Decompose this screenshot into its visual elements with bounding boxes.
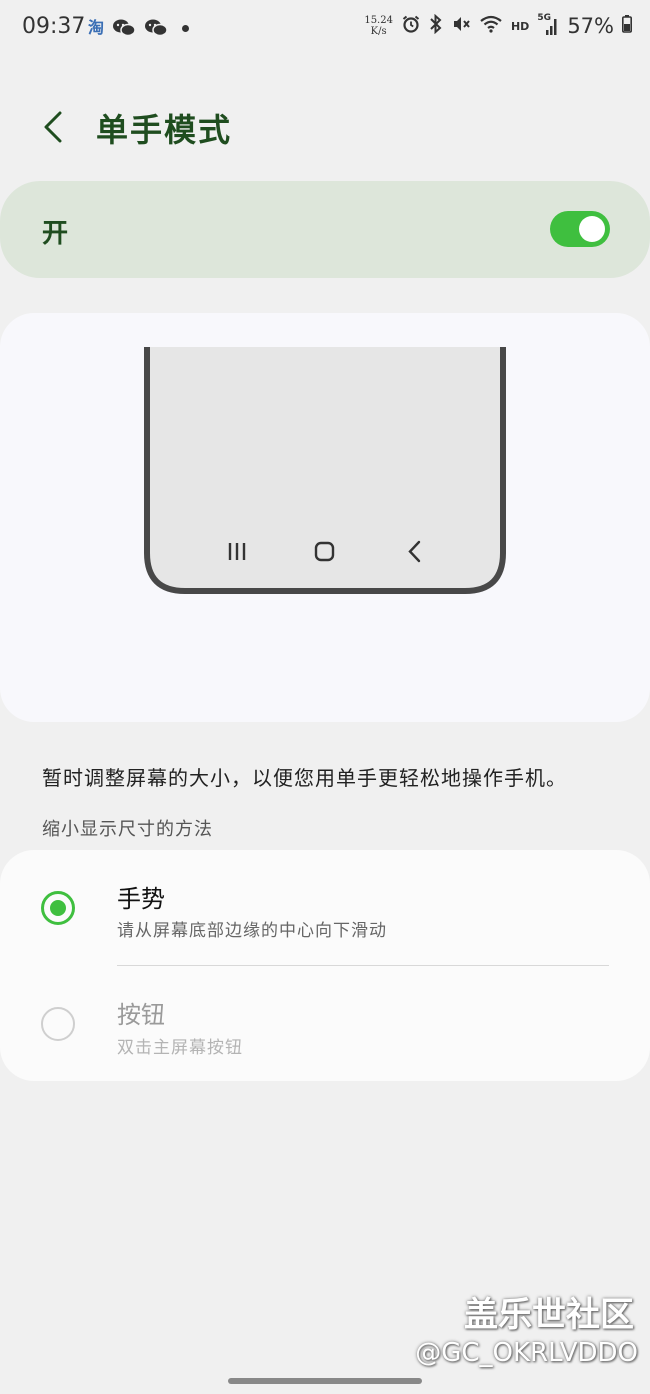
mute-icon: [451, 14, 471, 38]
battery-level: 57%: [567, 14, 614, 38]
system-icons: 15.24 K/s HD 5G 57%: [364, 13, 632, 38]
option-subtitle: 请从屏幕底部边缘的中心向下滑动: [117, 921, 387, 941]
wechat-icon: [144, 18, 168, 38]
radio-selected-dot: [50, 900, 66, 916]
network-speed-unit: K/s: [370, 26, 387, 37]
phone-illustration: [144, 347, 506, 594]
switch-knob: [579, 216, 605, 242]
master-toggle-row[interactable]: 开: [0, 181, 650, 278]
taobao-icon: 淘: [88, 18, 105, 37]
signal-icon: 5G: [537, 13, 559, 37]
gesture-radio[interactable]: [41, 891, 75, 925]
master-switch[interactable]: [550, 211, 610, 247]
status-time: 09:37: [22, 14, 86, 39]
watermark-brand: 盖乐世社区: [464, 1295, 634, 1335]
button-radio[interactable]: [41, 1007, 75, 1041]
section-label: 缩小显示尺寸的方法: [42, 819, 213, 840]
notification-dot-icon: [182, 24, 190, 32]
option-title: 手势: [117, 885, 165, 913]
chevron-left-icon: [44, 111, 62, 143]
network-speed-value: 15.24: [364, 15, 393, 26]
app-header: 单手模式: [0, 95, 650, 159]
wifi-icon: [479, 14, 503, 38]
back-button[interactable]: [36, 107, 72, 147]
home-indicator[interactable]: [228, 1378, 422, 1384]
status-bar: 09:37 淘 15.24 K/s HD 5G 57%: [0, 0, 650, 58]
option-gesture[interactable]: 手势 请从屏幕底部边缘的中心向下滑动: [0, 850, 650, 960]
method-options-card: 手势 请从屏幕底部边缘的中心向下滑动 按钮 双击主屏幕按钮: [0, 850, 650, 1081]
hd-label: HD: [510, 19, 530, 33]
network-speed: 15.24 K/s: [364, 15, 393, 37]
phone-screen: [147, 347, 503, 591]
wechat-icon: [112, 18, 136, 38]
toggle-label: 开: [42, 219, 69, 249]
battery-icon: [622, 15, 632, 37]
bluetooth-icon: [429, 13, 443, 38]
option-subtitle: 双击主屏幕按钮: [117, 1038, 243, 1058]
alarm-icon: [401, 14, 421, 38]
option-title: 按钮: [117, 1001, 165, 1029]
option-button[interactable]: 按钮 双击主屏幕按钮: [0, 966, 650, 1076]
notification-icons: 淘: [88, 16, 190, 40]
preview-card: [0, 313, 650, 722]
watermark-user: @GC_OKRLVDDO: [415, 1338, 638, 1368]
page-title: 单手模式: [96, 111, 233, 149]
mode-description: 暂时调整屏幕的大小，以便您用单手更轻松地操作手机。: [42, 766, 567, 790]
